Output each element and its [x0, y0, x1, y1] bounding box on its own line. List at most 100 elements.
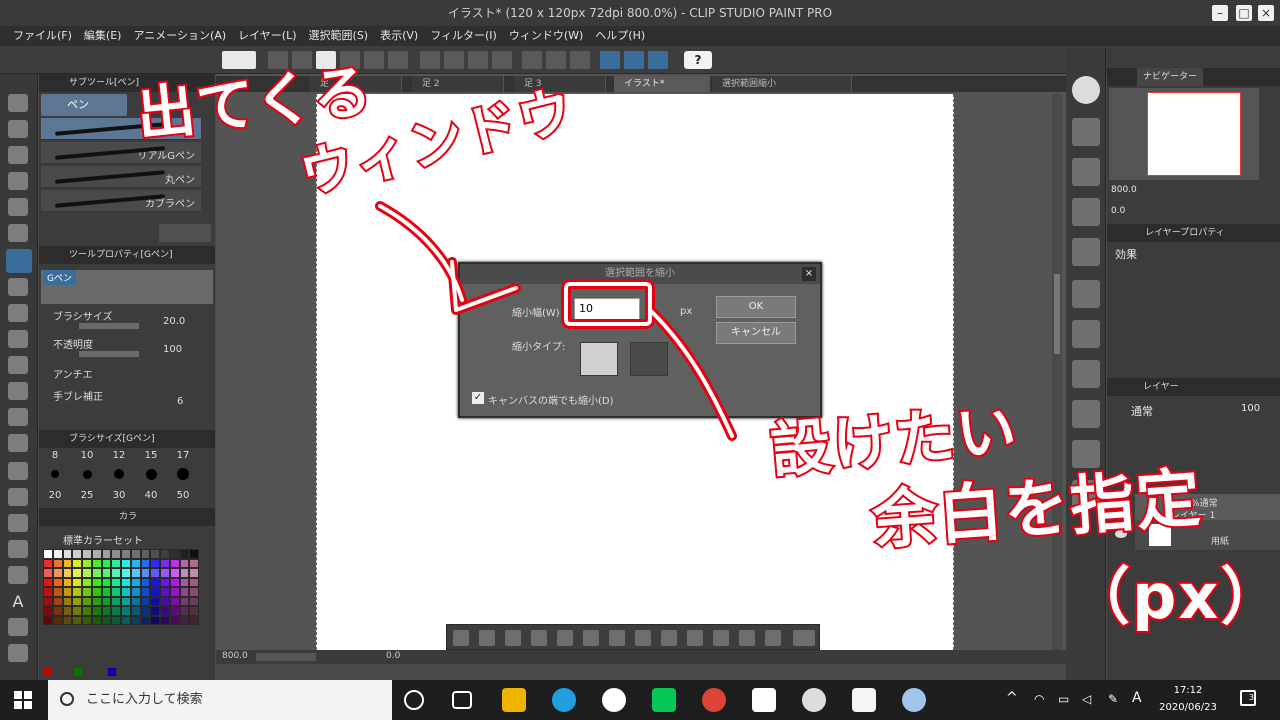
color-swatch[interactable] — [179, 606, 190, 616]
clear-icon[interactable] — [420, 51, 440, 69]
color-swatch[interactable] — [91, 577, 102, 587]
material-icon[interactable] — [1072, 158, 1100, 186]
color-swatch[interactable] — [43, 558, 53, 568]
color-swatch[interactable] — [101, 606, 112, 616]
color-swatch[interactable] — [169, 606, 180, 616]
droplet-icon[interactable] — [8, 434, 28, 452]
color-swatch[interactable] — [52, 587, 63, 597]
menu-filter[interactable]: フィルター(I) — [425, 26, 502, 46]
color-swatch[interactable] — [72, 558, 82, 568]
color-swatch[interactable] — [160, 568, 170, 578]
color-swatch[interactable] — [189, 587, 199, 597]
width-stepper[interactable] — [646, 302, 654, 318]
chrome-icon[interactable] — [702, 688, 726, 712]
color-swatch[interactable] — [189, 558, 199, 568]
ruler-tool-icon[interactable] — [8, 566, 28, 584]
color-swatch[interactable] — [150, 606, 160, 616]
color-swatch[interactable] — [121, 615, 131, 625]
color-swatch[interactable] — [91, 558, 102, 568]
color-swatch[interactable] — [72, 587, 82, 597]
pencil-tool-icon[interactable] — [8, 278, 28, 296]
color-swatch[interactable] — [43, 596, 53, 606]
launcher-icon[interactable] — [739, 630, 755, 646]
color-swatch[interactable] — [140, 596, 151, 606]
color-swatch[interactable] — [130, 577, 141, 587]
color-swatch[interactable] — [72, 606, 82, 616]
color-swatch[interactable] — [43, 615, 53, 625]
color-swatch[interactable] — [160, 596, 170, 606]
prop-stabilization[interactable]: 手ブレ補正 6 — [53, 388, 203, 407]
color-swatch[interactable] — [91, 615, 102, 625]
color-swatch[interactable] — [72, 568, 82, 578]
dialog-close-icon[interactable]: × — [802, 267, 816, 281]
nav-angle[interactable]: 0.0 — [1111, 206, 1125, 216]
color-swatch[interactable] — [150, 577, 160, 587]
sub-color-swatch[interactable] — [74, 668, 82, 676]
shrink-type-round-icon[interactable] — [630, 342, 668, 376]
color-swatch[interactable] — [160, 549, 170, 559]
color-swatch[interactable] — [121, 549, 131, 559]
color-swatch[interactable] — [52, 615, 63, 625]
color-swatch[interactable] — [179, 577, 190, 587]
color-swatch[interactable] — [43, 549, 53, 559]
color-swatch[interactable] — [101, 558, 112, 568]
color-swatch[interactable] — [43, 568, 53, 578]
material-icon[interactable] — [1072, 238, 1100, 266]
color-swatch[interactable] — [160, 577, 170, 587]
color-swatch[interactable] — [52, 606, 63, 616]
export-icon[interactable] — [340, 51, 360, 69]
snap-special-ruler-icon[interactable] — [624, 51, 644, 69]
brush-real-gpen[interactable]: リアルGペン — [41, 142, 201, 164]
color-swatch[interactable] — [189, 577, 199, 587]
color-swatch[interactable] — [150, 587, 160, 597]
launcher-icon[interactable] — [687, 630, 703, 646]
launcher-icon[interactable] — [635, 630, 651, 646]
deselect-icon[interactable] — [492, 51, 512, 69]
color-swatch[interactable] — [43, 587, 53, 597]
color-swatch[interactable] — [130, 549, 141, 559]
ok-button[interactable]: OK — [716, 296, 796, 318]
hand-tool-icon[interactable] — [8, 120, 28, 138]
zoom-tool-icon[interactable] — [8, 94, 28, 112]
color-swatch[interactable] — [91, 568, 102, 578]
color-swatch[interactable] — [150, 558, 160, 568]
color-swatch[interactable] — [72, 577, 82, 587]
color-swatch[interactable] — [52, 549, 63, 559]
taskbar-search[interactable]: ここに入力して検索 — [48, 680, 392, 720]
menu-window[interactable]: ウィンドウ(W) — [504, 26, 588, 46]
redo-icon[interactable] — [388, 51, 408, 69]
color-swatch[interactable] — [82, 568, 92, 578]
battery-icon[interactable]: ▭ — [1058, 692, 1069, 706]
photos-icon[interactable] — [602, 688, 626, 712]
volume-icon[interactable]: ◁ — [1082, 692, 1091, 706]
shrink-edge-checkbox[interactable]: ✓ — [472, 392, 484, 404]
color-swatch[interactable] — [82, 549, 92, 559]
open-file-icon[interactable] — [292, 51, 312, 69]
undo-icon[interactable] — [364, 51, 384, 69]
clip-studio-app-icon[interactable] — [802, 688, 826, 712]
help-icon[interactable]: ? — [684, 51, 712, 69]
menu-file[interactable]: ファイル(F) — [8, 26, 77, 46]
color-swatch[interactable] — [179, 587, 190, 597]
file-explorer-icon[interactable] — [502, 688, 526, 712]
menu-help[interactable]: ヘルプ(H) — [590, 26, 650, 46]
menu-selection[interactable]: 選択範囲(S) — [304, 26, 374, 46]
eraser-icon[interactable] — [8, 408, 28, 426]
color-swatch[interactable] — [130, 587, 141, 597]
opacity-value[interactable]: 100 — [1241, 403, 1260, 414]
color-swatch[interactable] — [111, 549, 121, 559]
crop-icon[interactable] — [479, 630, 495, 646]
color-swatch[interactable] — [82, 596, 92, 606]
pen-tray-icon[interactable]: ✎ — [1108, 692, 1118, 706]
correct-line-icon[interactable] — [8, 644, 28, 662]
color-swatch[interactable] — [82, 606, 92, 616]
color-swatch[interactable] — [101, 549, 112, 559]
material-icon[interactable] — [1072, 400, 1100, 428]
edge-icon[interactable] — [552, 688, 576, 712]
color-swatch[interactable] — [179, 549, 190, 559]
color-swatch[interactable] — [82, 577, 92, 587]
select-all-icon[interactable] — [522, 51, 542, 69]
color-swatch[interactable] — [140, 558, 151, 568]
color-swatch[interactable] — [72, 615, 82, 625]
color-swatch[interactable] — [169, 577, 180, 587]
